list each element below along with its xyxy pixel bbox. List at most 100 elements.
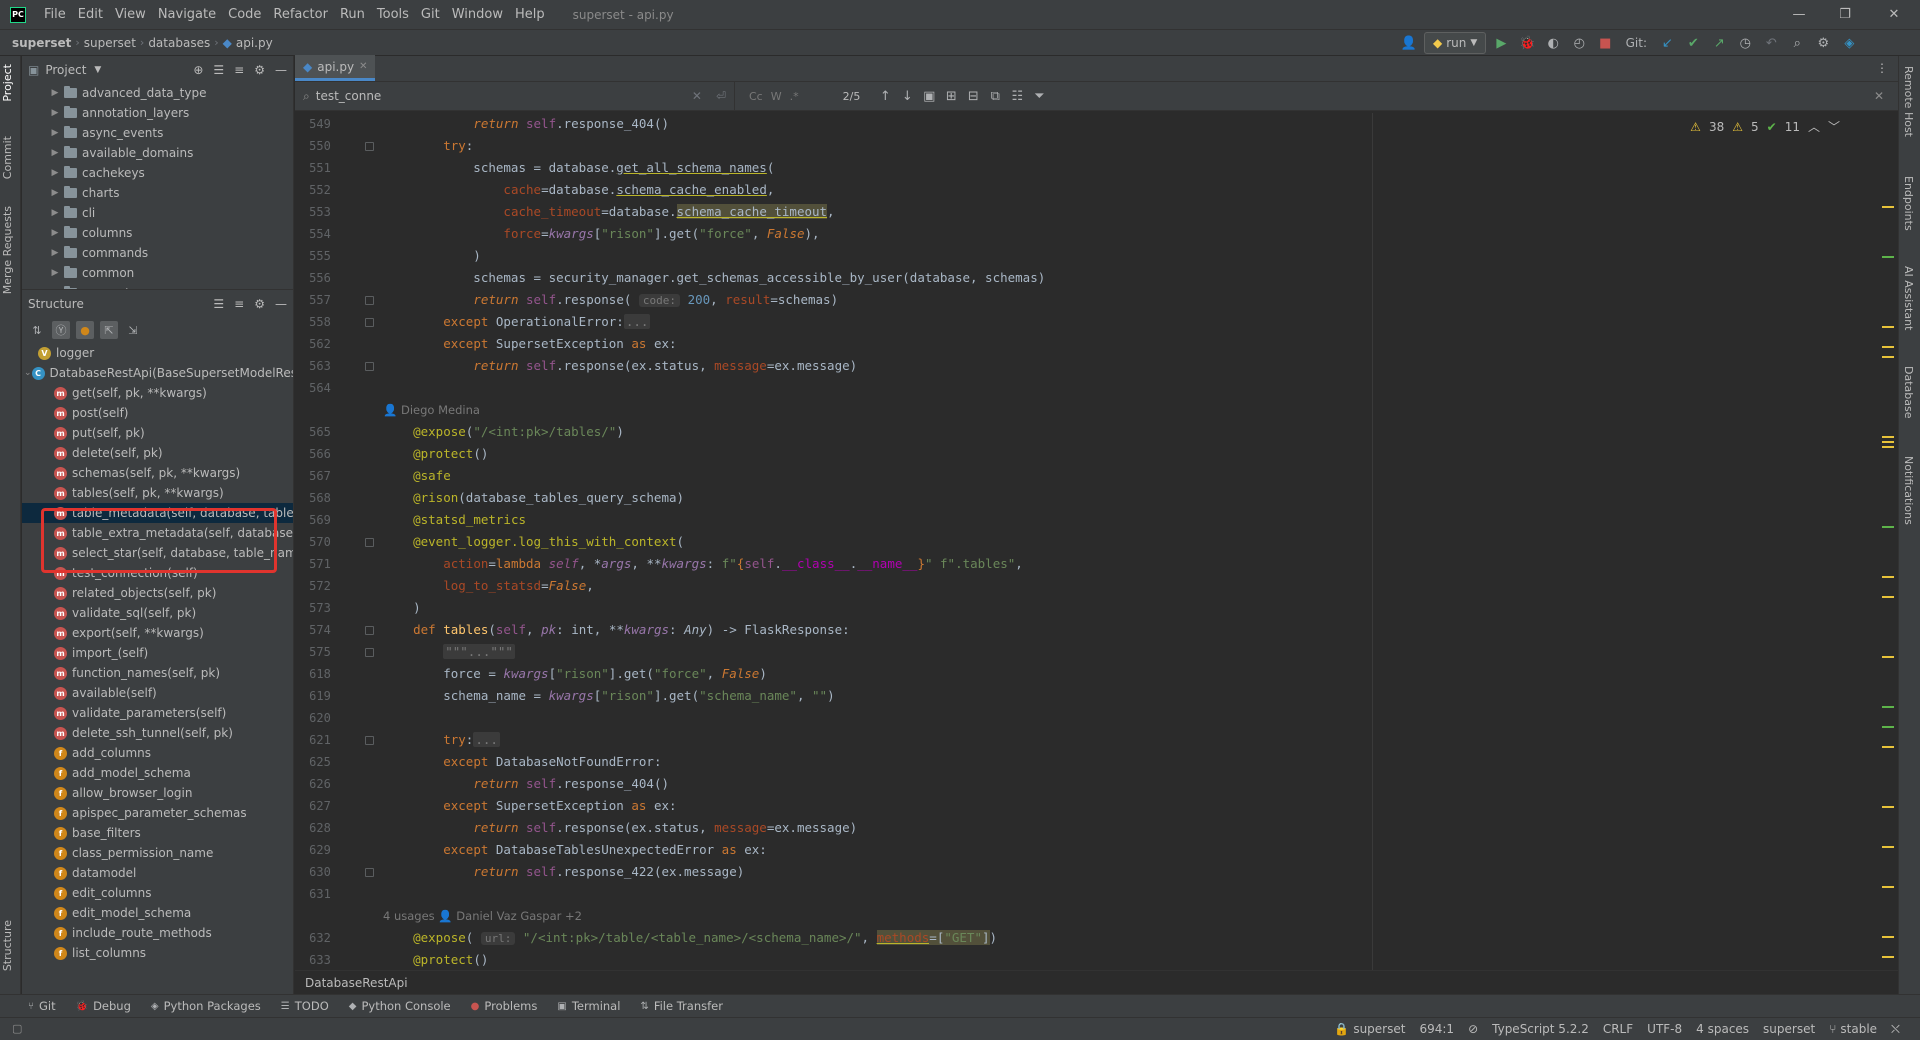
gear-icon[interactable]: ⚙	[254, 297, 265, 311]
close-window-button[interactable]: ✕	[1868, 0, 1920, 29]
locate-icon[interactable]: ⊕	[193, 63, 203, 77]
close-find-icon[interactable]: ✕	[1874, 89, 1884, 103]
chevron-down-icon[interactable]: ⌄	[24, 368, 32, 378]
fold-marker-icon[interactable]	[365, 648, 374, 657]
error-stripe-mark[interactable]	[1882, 706, 1894, 708]
structure-item[interactable]: f edit_model_schema	[22, 903, 293, 923]
menu-refactor[interactable]: Refactor	[267, 7, 334, 22]
coverage-icon[interactable]: ◐	[1542, 32, 1564, 54]
run-icon[interactable]: ▶	[1490, 32, 1512, 54]
regex-toggle[interactable]: .*	[786, 90, 803, 103]
open-in-find-window-icon[interactable]: ▣	[918, 85, 940, 107]
menu-code[interactable]: Code	[222, 7, 267, 22]
git-push-icon[interactable]: ↗	[1708, 32, 1730, 54]
project-tree-folder[interactable]: ▶ columns	[48, 223, 293, 243]
merge-requests-tool-button[interactable]: Merge Requests	[1, 206, 14, 294]
structure-item[interactable]: m table_extra_metadata(self, database, ta…	[22, 523, 293, 543]
structure-item[interactable]: m select_star(self, database, table_name,…	[22, 543, 293, 563]
chevron-right-icon[interactable]: ▶	[48, 288, 62, 289]
minimize-button[interactable]: —	[1776, 0, 1822, 29]
fold-marker-icon[interactable]	[365, 296, 374, 305]
error-stripe-mark[interactable]	[1882, 576, 1894, 578]
menu-git[interactable]: Git	[415, 7, 446, 22]
breadcrumb-package[interactable]: superset	[82, 36, 138, 50]
next-occurrence-icon[interactable]: ↓	[896, 85, 918, 107]
tool-python-console[interactable]: ◆ Python Console	[349, 999, 451, 1013]
structure-item[interactable]: m delete_ssh_tunnel(self, pk)	[22, 723, 293, 743]
error-stripe-mark[interactable]	[1882, 441, 1894, 443]
error-stripe-mark[interactable]	[1882, 206, 1894, 208]
run-configuration-select[interactable]: ◆ run ▼	[1424, 32, 1487, 54]
code-line[interactable]: 569 @statsd_metrics	[295, 509, 1898, 531]
code-line[interactable]: 632 @expose( url: "/<int:pk>/table/<tabl…	[295, 927, 1898, 949]
project-tree-folder[interactable]: ▶ async_events	[48, 123, 293, 143]
project-tree-folder[interactable]: ▶ available_domains	[48, 143, 293, 163]
error-stripe-mark[interactable]	[1882, 806, 1894, 808]
code-line[interactable]: 575 """..."""	[295, 641, 1898, 663]
menu-help[interactable]: Help	[509, 7, 551, 22]
search-icon[interactable]: ⌕	[1786, 32, 1808, 54]
code-line[interactable]: 549 return self.response_404()	[295, 113, 1898, 135]
hide-icon[interactable]: —	[275, 63, 287, 77]
stop-icon[interactable]: ■	[1594, 32, 1616, 54]
database-tool-button[interactable]: Database	[1902, 366, 1915, 419]
code-line[interactable]: 633 @protect()	[295, 949, 1898, 970]
structure-item[interactable]: m available(self)	[22, 683, 293, 703]
structure-item[interactable]: ⌄C DatabaseRestApi(BaseSupersetModelRestA…	[22, 363, 293, 383]
menu-tools[interactable]: Tools	[371, 7, 415, 22]
gear-icon[interactable]: ⚙	[254, 63, 265, 77]
error-stripe-mark[interactable]	[1882, 956, 1894, 958]
code-line[interactable]: 628 return self.response(ex.status, mess…	[295, 817, 1898, 839]
menu-file[interactable]: File	[38, 7, 72, 22]
status-project[interactable]: superset	[1353, 1022, 1405, 1036]
find-input[interactable]: ⌕ test_conne ✕ ⏎	[295, 81, 735, 111]
debug-icon[interactable]: 🐞	[1516, 32, 1538, 54]
project-tree-folder[interactable]: ▶ common	[48, 263, 293, 283]
code-line[interactable]: 557 return self.response( code: 200, res…	[295, 289, 1898, 311]
structure-item[interactable]: f add_columns	[22, 743, 293, 763]
code-line[interactable]: 558 except OperationalError:...	[295, 311, 1898, 333]
menu-edit[interactable]: Edit	[72, 7, 109, 22]
tool-debug[interactable]: 🐞 Debug	[76, 999, 131, 1013]
code-line[interactable]: 562 except SupersetException as ex:	[295, 333, 1898, 355]
fold-marker-icon[interactable]	[365, 538, 374, 547]
status-caret-position[interactable]: 694:1	[1419, 1022, 1454, 1036]
code-editor[interactable]: 549 return self.response_404() 550 try: 55…	[295, 113, 1898, 970]
chevron-right-icon[interactable]: ▶	[48, 88, 62, 98]
whole-words-toggle[interactable]: W	[767, 90, 786, 103]
tool-file-transfer[interactable]: ⇅ File Transfer	[640, 999, 723, 1013]
error-stripe-mark[interactable]	[1882, 746, 1894, 748]
error-stripe-mark[interactable]	[1882, 656, 1894, 658]
code-line[interactable]: 573 )	[295, 597, 1898, 619]
fold-marker-icon[interactable]	[365, 142, 374, 151]
git-commit-icon[interactable]: ✔	[1682, 32, 1704, 54]
error-stripe-mark[interactable]	[1882, 346, 1894, 348]
chevron-right-icon[interactable]: ▶	[48, 208, 62, 218]
commit-tool-button[interactable]: Commit	[1, 136, 14, 179]
profile-icon[interactable]: ◴	[1568, 32, 1590, 54]
code-breadcrumb-class[interactable]: DatabaseRestApi	[305, 976, 408, 990]
structure-item[interactable]: m function_names(self, pk)	[22, 663, 293, 683]
structure-item[interactable]: f allow_browser_login	[22, 783, 293, 803]
code-line[interactable]: 555 )	[295, 245, 1898, 267]
match-case-toggle[interactable]: Cc	[745, 90, 767, 103]
code-line[interactable]: 553 cache_timeout=database.schema_cache_…	[295, 201, 1898, 223]
structure-item[interactable]: f include_route_methods	[22, 923, 293, 943]
project-tree-folder[interactable]: ▶ commands	[48, 243, 293, 263]
menu-navigate[interactable]: Navigate	[152, 7, 222, 22]
code-line[interactable]: 625 except DatabaseNotFoundError:	[295, 751, 1898, 773]
more-tabs-icon[interactable]: ⋮	[1876, 55, 1898, 81]
structure-item[interactable]: m import_(self)	[22, 643, 293, 663]
structure-item[interactable]: m put(self, pk)	[22, 423, 293, 443]
code-line[interactable]: 571 action=lambda self, *args, **kwargs:…	[295, 553, 1898, 575]
expand-all-icon[interactable]: ☰	[213, 63, 224, 77]
code-line[interactable]: 568 @rison(database_tables_query_schema)	[295, 487, 1898, 509]
remote-host-tool-button[interactable]: Remote Host	[1902, 66, 1915, 137]
inspection-widget[interactable]: ⚠ 38 ⚠ 5 ✔ 11 ︿ ﹀	[1690, 118, 1840, 135]
code-line[interactable]: 630 return self.response_422(ex.message)	[295, 861, 1898, 883]
chevron-right-icon[interactable]: ▶	[48, 268, 62, 278]
code-line[interactable]: 618 force = kwargs["rison"].get("force",…	[295, 663, 1898, 685]
status-line-separator[interactable]: CRLF	[1603, 1022, 1633, 1036]
settings-gear-icon[interactable]: ⚙	[1812, 32, 1834, 54]
structure-tool-button[interactable]: Structure	[1, 920, 14, 971]
